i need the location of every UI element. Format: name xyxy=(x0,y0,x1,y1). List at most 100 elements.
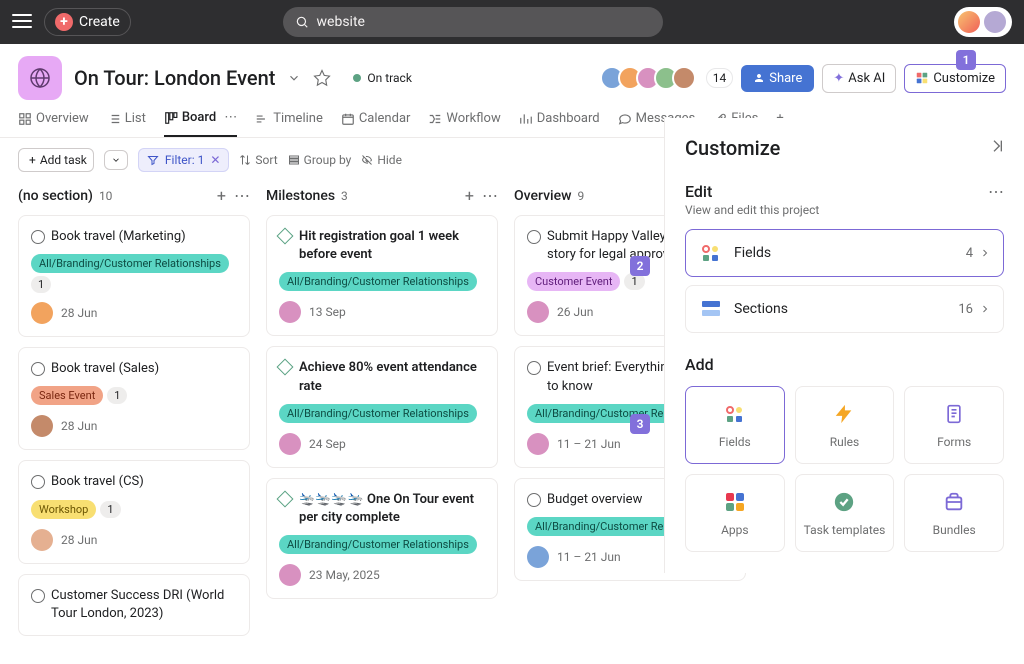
assignee-avatar[interactable] xyxy=(279,301,301,323)
task-title: Book travel (Sales) xyxy=(51,360,159,378)
assignee-avatar[interactable] xyxy=(279,433,301,455)
assignee-avatar[interactable] xyxy=(527,546,549,568)
status-pill[interactable]: On track xyxy=(343,67,422,89)
column-count: 9 xyxy=(577,189,584,203)
create-label: Create xyxy=(79,14,120,30)
member-count[interactable]: 14 xyxy=(706,68,734,88)
add-task-button[interactable]: + Add task xyxy=(18,148,94,172)
due-date: 11 – 21 Jun xyxy=(557,550,621,564)
complete-check[interactable] xyxy=(527,361,541,375)
project-title: On Tour: London Event xyxy=(74,66,275,90)
member-avatars[interactable] xyxy=(600,66,696,90)
complete-check[interactable] xyxy=(31,230,45,244)
project-header: On Tour: London Event On track 14 Share … xyxy=(0,44,1024,100)
assignee-avatar[interactable] xyxy=(279,564,301,586)
due-date: 13 Sep xyxy=(309,305,346,319)
tab-workflow[interactable]: Workflow xyxy=(428,111,500,136)
panel-more[interactable]: ⋯ xyxy=(988,182,1004,201)
due-date: 28 Jun xyxy=(61,419,97,433)
sections-icon xyxy=(698,296,724,322)
column-count: 10 xyxy=(99,189,113,203)
add-fields[interactable]: Fields xyxy=(685,386,785,464)
task-title: Achieve 80% event attendance rate xyxy=(299,359,485,395)
chevron-right-icon xyxy=(979,247,991,259)
star-icon[interactable] xyxy=(313,69,331,87)
due-date: 11 – 21 Jun xyxy=(557,437,621,451)
add-apps[interactable]: Apps xyxy=(685,474,785,552)
tab-list[interactable]: List xyxy=(107,111,146,136)
column-add[interactable]: + xyxy=(465,186,474,205)
due-date: 28 Jun xyxy=(61,533,97,547)
sort-button[interactable]: Sort xyxy=(239,153,277,167)
profile-area[interactable] xyxy=(954,7,1012,37)
group-by-button[interactable]: Group by xyxy=(288,153,352,167)
ask-ai-label: Ask AI xyxy=(848,71,885,86)
add-rules[interactable]: Rules xyxy=(795,386,895,464)
assignee-avatar[interactable] xyxy=(31,302,53,324)
column-add[interactable]: + xyxy=(217,186,226,205)
task-card[interactable]: Book travel (CS)Workshop 128 Jun xyxy=(18,460,250,563)
plus-icon: + xyxy=(55,13,73,31)
menu-icon[interactable] xyxy=(12,14,32,30)
panel-collapse[interactable] xyxy=(988,138,1004,158)
search-icon xyxy=(295,15,309,29)
filter-clear[interactable]: ✕ xyxy=(210,153,220,167)
due-date: 28 Jun xyxy=(61,306,97,320)
board-column: Milestones 3 + ⋯ Hit registration goal 1… xyxy=(266,182,498,646)
topbar-right xyxy=(954,7,1012,37)
column-count: 3 xyxy=(341,189,348,203)
create-button[interactable]: + Create xyxy=(44,8,131,36)
search-input[interactable]: website xyxy=(283,7,663,37)
task-card[interactable]: Book travel (Sales)Sales Event 128 Jun xyxy=(18,347,250,450)
milestone-icon xyxy=(277,359,294,376)
assignee-avatar[interactable] xyxy=(527,433,549,455)
ask-ai-button[interactable]: ✦ Ask AI xyxy=(822,64,896,93)
complete-check[interactable] xyxy=(31,475,45,489)
tab-dashboard[interactable]: Dashboard xyxy=(519,111,600,136)
task-card[interactable]: 🛬🛬🛬🛬 One On Tour event per city complete… xyxy=(266,478,498,599)
complete-check[interactable] xyxy=(527,493,541,507)
tab-board[interactable]: Board⋯ xyxy=(164,110,237,137)
tab-timeline[interactable]: Timeline xyxy=(255,111,323,136)
task-card[interactable]: Achieve 80% event attendance rate All/Bra… xyxy=(266,346,498,467)
filter-chip[interactable]: Filter: 1 ✕ xyxy=(138,148,230,172)
task-tag: All/Branding/Customer Relati xyxy=(527,517,686,536)
task-tag: All/Branding/Customer Relationships xyxy=(279,272,477,291)
complete-check[interactable] xyxy=(31,589,45,603)
add-bundles[interactable]: Bundles xyxy=(904,474,1004,552)
filter-icon xyxy=(147,154,159,166)
column-title: (no section) xyxy=(18,188,93,204)
status-text: On track xyxy=(367,71,412,85)
assignee-avatar[interactable] xyxy=(31,529,53,551)
globe-icon xyxy=(28,66,52,90)
task-tag: Sales Event xyxy=(31,386,103,405)
topbar: + Create website xyxy=(0,0,1024,44)
task-card[interactable]: Book travel (Marketing)All/Branding/Cust… xyxy=(18,215,250,337)
column-title: Overview xyxy=(514,188,571,204)
tab-calendar[interactable]: Calendar xyxy=(341,111,411,136)
complete-check[interactable] xyxy=(31,362,45,376)
people-icon xyxy=(753,72,765,84)
add-task-dropdown[interactable] xyxy=(104,150,128,170)
complete-check[interactable] xyxy=(527,230,541,244)
column-more[interactable]: ⋯ xyxy=(234,186,250,205)
customize-label: Customize xyxy=(933,71,995,86)
panel-item-fields[interactable]: Fields 4 xyxy=(685,229,1004,277)
panel-title: Customize xyxy=(685,136,780,160)
add-task-templates[interactable]: Task templates xyxy=(795,474,895,552)
task-tag: All/Branding/Customer Relationships xyxy=(279,404,477,423)
tab-overview[interactable]: Overview xyxy=(18,111,89,136)
hide-button[interactable]: Hide xyxy=(361,153,402,167)
add-forms[interactable]: Forms xyxy=(904,386,1004,464)
task-card[interactable]: Customer Success DRI (World Tour London,… xyxy=(18,574,250,636)
column-more[interactable]: ⋯ xyxy=(482,186,498,205)
task-card[interactable]: Hit registration goal 1 week before even… xyxy=(266,215,498,336)
edit-section-sub: View and edit this project xyxy=(685,203,819,217)
task-count-pill: 1 xyxy=(31,276,51,293)
panel-item-sections[interactable]: Sections 16 xyxy=(685,285,1004,333)
chevron-down-icon[interactable] xyxy=(287,71,301,85)
assignee-avatar[interactable] xyxy=(31,415,53,437)
assignee-avatar[interactable] xyxy=(527,301,549,323)
share-button[interactable]: Share xyxy=(741,65,814,92)
customize-button[interactable]: Customize xyxy=(904,64,1006,93)
